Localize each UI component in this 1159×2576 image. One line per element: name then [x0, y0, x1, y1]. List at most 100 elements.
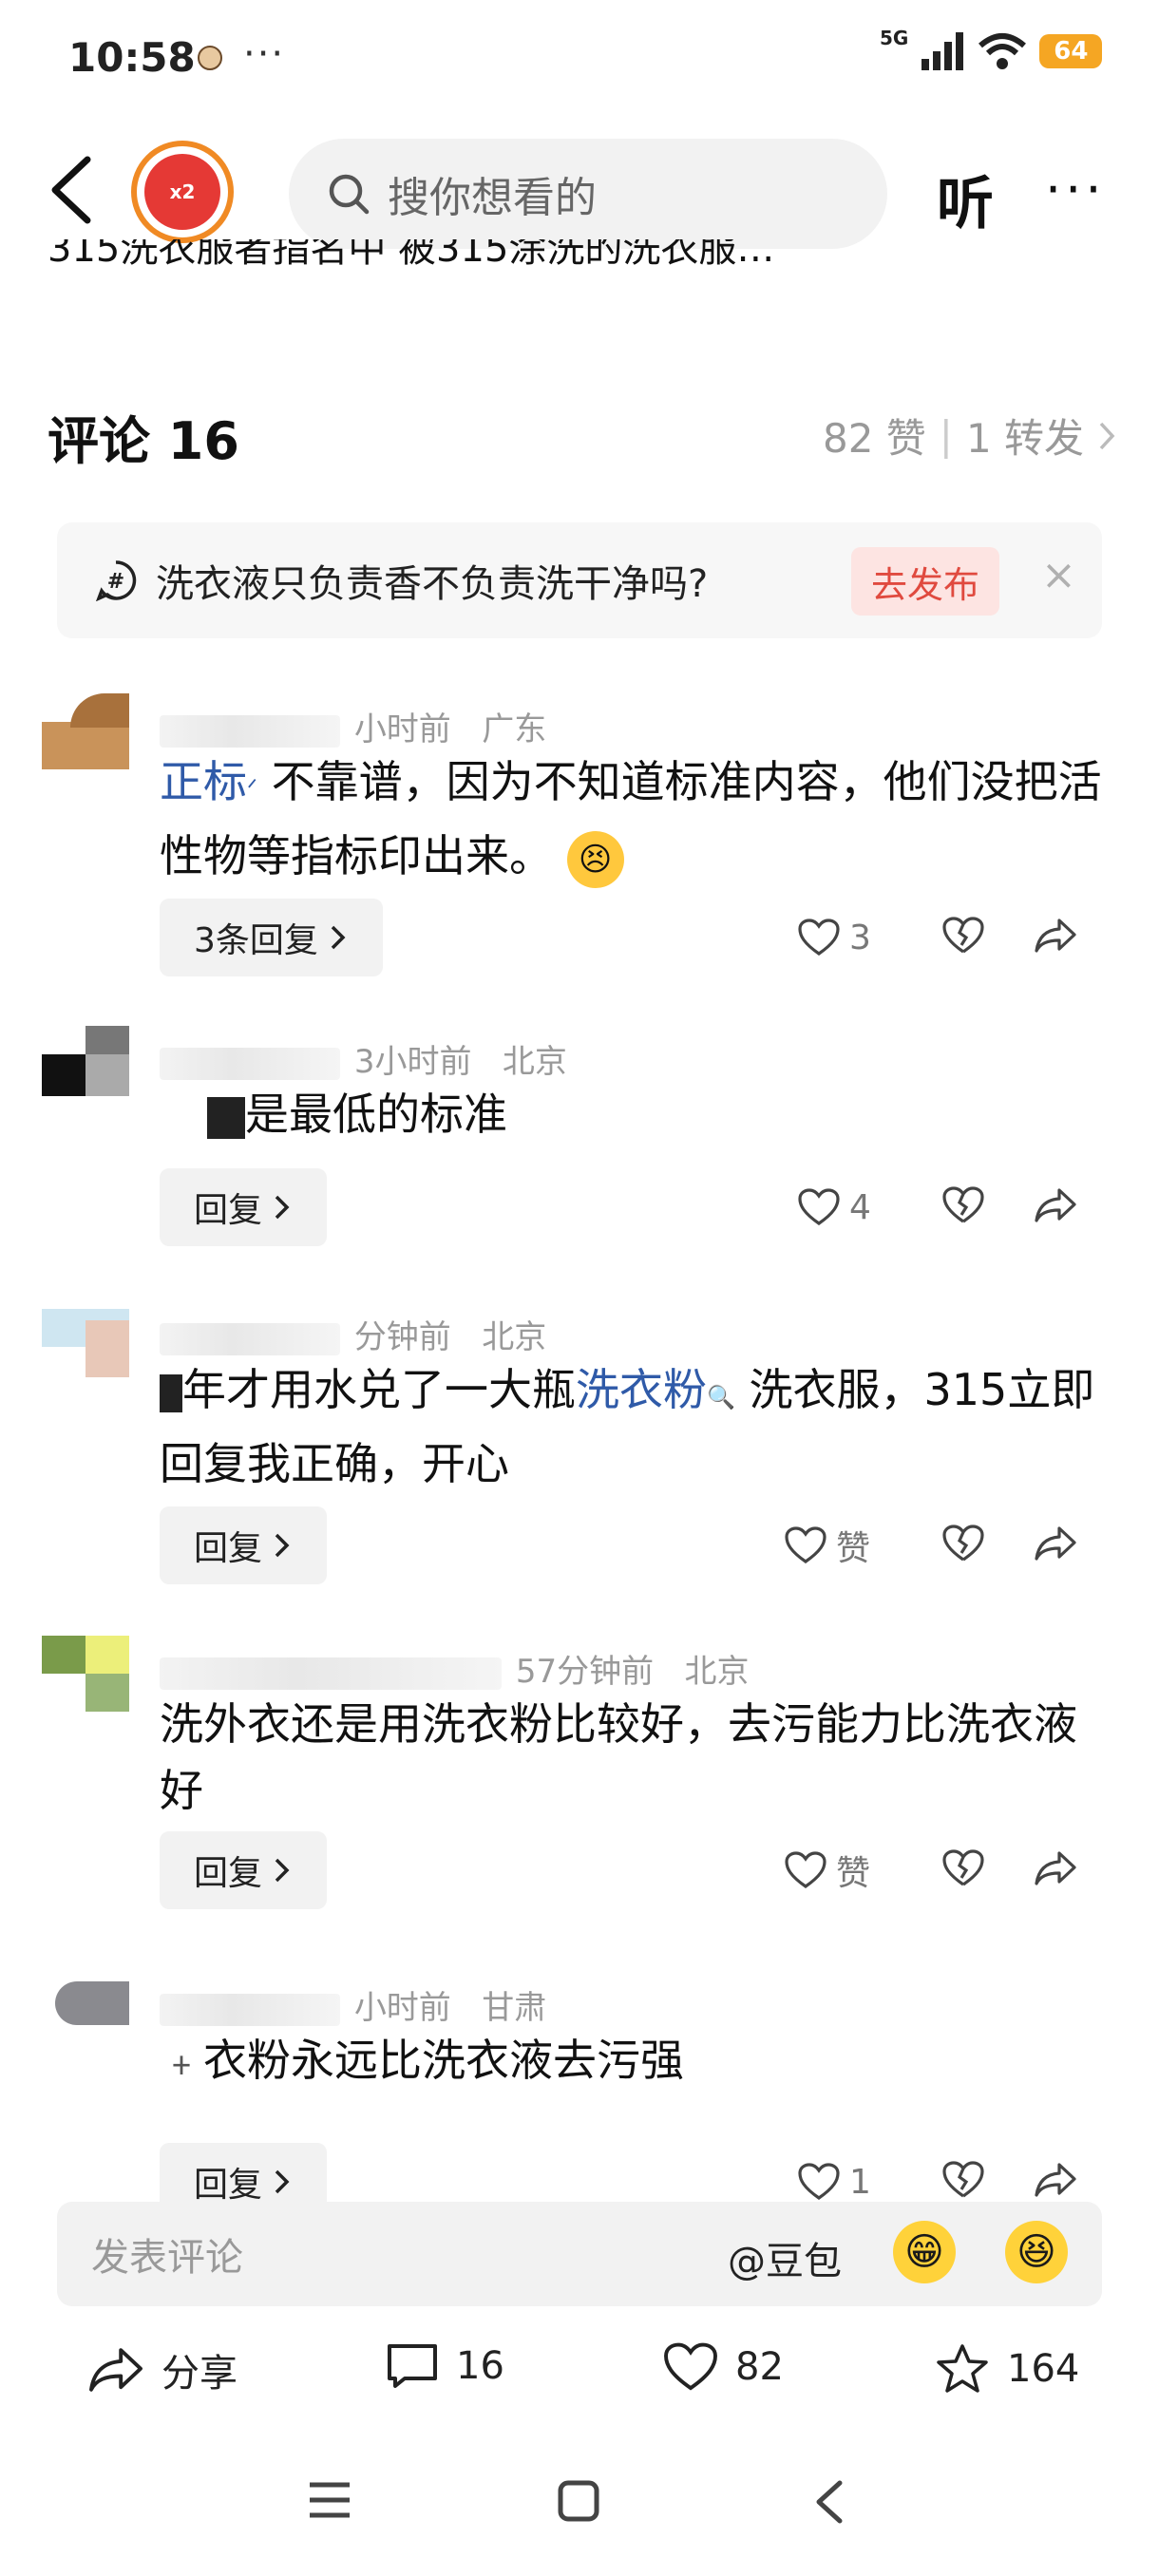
back-nav-button[interactable]: [813, 2479, 846, 2529]
status-indicators: 5G 64: [880, 27, 1103, 70]
broken-heart-icon: [942, 1525, 984, 1562]
reply-button[interactable]: 回复: [160, 1506, 328, 1584]
redaction-block: [207, 1096, 245, 1139]
dislike-button[interactable]: [942, 1525, 984, 1566]
heart-icon: [664, 2342, 717, 2391]
dislike-button[interactable]: [942, 917, 984, 958]
comment-text: 是最低的标准: [160, 1081, 1110, 1147]
reply-thread-button[interactable]: 3条回复: [160, 899, 383, 976]
share-comment-button[interactable]: [1034, 917, 1077, 958]
chevron-left-icon: [51, 156, 91, 224]
topic-banner[interactable]: # 洗衣液只负责香不负责洗干净吗? 去发布 ×: [57, 522, 1102, 638]
comment-input-placeholder: 发表评论: [91, 2236, 243, 2280]
comment-meta: 小时前 广东: [160, 703, 546, 749]
share-comment-button[interactable]: [1034, 2161, 1077, 2203]
stat-separator: |: [939, 412, 953, 459]
dislike-button[interactable]: [942, 1849, 984, 1891]
like-post-button[interactable]: 82: [663, 2342, 784, 2392]
menu-icon: [310, 2482, 350, 2518]
favorite-count: 164: [1007, 2347, 1080, 2391]
comment-meta: 3小时前 北京: [160, 1035, 567, 1082]
comment-text: 正标ᐟ 不靠谱，因为不知道标准内容，他们没把活性物等指标印出来。 😣: [160, 748, 1110, 889]
like-count: 4: [849, 1187, 871, 1227]
comment-actions: 4: [798, 1168, 1121, 1246]
comment-text: 年才用水兑了一大瓶洗衣粉🔍 洗衣服，315立即回复我正确，开心: [160, 1364, 1095, 1489]
avatar[interactable]: [42, 1026, 129, 1102]
like-button[interactable]: 3: [798, 919, 931, 957]
avatar[interactable]: [42, 1636, 129, 1712]
redaction-block: [160, 1373, 182, 1412]
more-options-button[interactable]: ···: [1045, 160, 1106, 219]
share-comment-button[interactable]: [1034, 1186, 1077, 1228]
like-button[interactable]: 1: [798, 2163, 931, 2202]
battery-indicator: 64: [1039, 34, 1103, 68]
like-button[interactable]: 4: [798, 1188, 931, 1227]
comment-button[interactable]: 16: [386, 2342, 504, 2390]
listen-button[interactable]: 听: [937, 158, 994, 240]
keyword-link[interactable]: 洗衣粉: [576, 1364, 707, 1415]
avatar[interactable]: [42, 1972, 129, 2048]
favorite-button[interactable]: 164: [935, 2342, 1079, 2396]
reply-label: 回复: [194, 2166, 263, 2205]
search-input[interactable]: 搜你想看的: [289, 139, 887, 249]
comment-meta: 分钟前 北京: [160, 1311, 546, 1357]
heart-icon: [798, 1188, 840, 1225]
share-icon: [1035, 1526, 1076, 1561]
signal-icon: [922, 32, 964, 70]
notification-avatar-icon: [198, 46, 222, 70]
comment-meta: 小时前 甘肃: [160, 1981, 546, 2028]
comment-body-start: 年才用水兑了一大瓶: [182, 1364, 576, 1415]
comment-location: 北京: [482, 1318, 547, 1356]
comment-body: 不靠谱，因为不知道标准内容，他们没把活性物等指标印出来。: [160, 756, 1102, 881]
status-time: 10:58: [68, 34, 196, 81]
username-redacted: [160, 1322, 340, 1355]
publish-button[interactable]: 去发布: [851, 547, 999, 616]
share-icon: [1035, 1851, 1076, 1885]
comment-location: 北京: [684, 1653, 750, 1691]
grin-emoji-icon[interactable]: 😁: [893, 2221, 956, 2283]
mention-doubao-button[interactable]: @豆包: [728, 2230, 842, 2285]
repost-stat: 1 转发: [965, 415, 1085, 462]
reply-button[interactable]: 回复: [160, 1831, 328, 1909]
like-button[interactable]: 赞: [785, 1521, 931, 1570]
search-placeholder: 搜你想看的: [388, 174, 597, 222]
comment-actions: 3: [798, 899, 1121, 976]
chevron-right-icon: [275, 1195, 290, 1220]
dislike-button[interactable]: [942, 1186, 984, 1228]
reply-label: 回复: [194, 1854, 263, 1893]
broken-heart-icon: [942, 2161, 984, 2198]
comment-input[interactable]: 发表评论 @豆包 😁 😆: [57, 2202, 1102, 2306]
reply-label: 回复: [194, 1191, 263, 1230]
avatar[interactable]: [42, 693, 129, 769]
post-stats[interactable]: 82 赞 | 1 转发: [823, 407, 1116, 464]
broken-heart-icon: [942, 1849, 984, 1886]
close-icon[interactable]: ×: [1041, 551, 1076, 599]
home-nav-button[interactable]: [557, 2479, 600, 2527]
reply-label: 3条回复: [194, 921, 318, 960]
menu-nav-button[interactable]: [308, 2479, 352, 2525]
keyword-link[interactable]: 正标: [160, 756, 247, 807]
avatar[interactable]: [42, 1301, 129, 1377]
dislike-button[interactable]: [942, 2161, 984, 2203]
heart-icon: [798, 919, 840, 956]
comment-location: 北京: [502, 1043, 567, 1081]
reward-badge[interactable]: x2: [131, 141, 234, 243]
comment-time: 小时前: [353, 710, 451, 748]
back-button[interactable]: [46, 152, 99, 228]
comment-count: 16: [456, 2344, 504, 2388]
share-comment-button[interactable]: [1034, 1849, 1077, 1891]
username-redacted: [160, 1047, 340, 1080]
comment-actions: 赞: [785, 1831, 1108, 1909]
chevron-right-icon: [275, 2169, 290, 2194]
chevron-right-icon: [331, 925, 346, 950]
reply-button[interactable]: 回复: [160, 1168, 328, 1246]
search-icon: [329, 174, 370, 215]
laugh-emoji-icon[interactable]: 😆: [1005, 2221, 1068, 2283]
comment-time: 57分钟前: [515, 1653, 655, 1691]
like-count: 82: [735, 2345, 784, 2389]
reply-label: 回复: [194, 1529, 263, 1568]
like-button[interactable]: 赞: [785, 1846, 931, 1895]
share-button[interactable]: 分享: [87, 2342, 238, 2397]
comment-location: 广东: [482, 710, 547, 748]
share-comment-button[interactable]: [1034, 1525, 1077, 1566]
